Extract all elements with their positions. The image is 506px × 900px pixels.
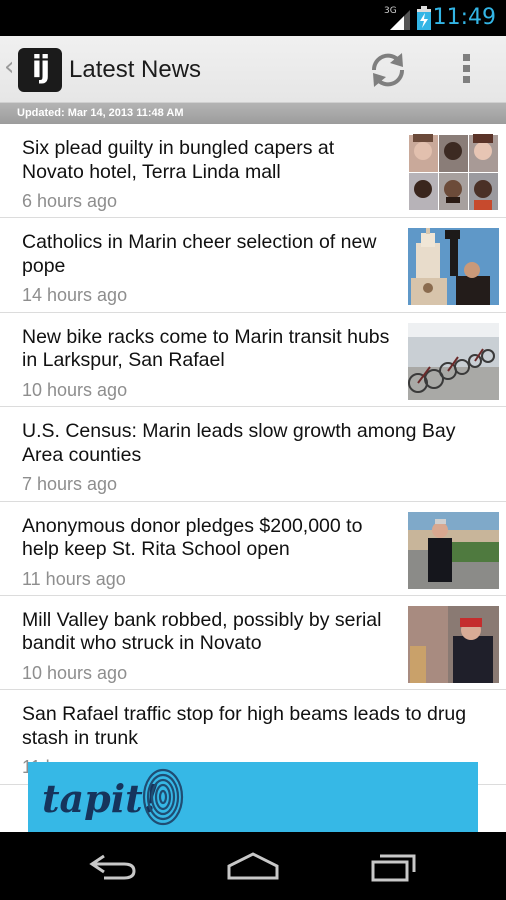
battery-charging-icon <box>417 6 431 30</box>
list-item[interactable]: Catholics in Marin cheer selection of ne… <box>0 218 506 313</box>
system-nav-bar <box>0 832 506 900</box>
story-headline: Mill Valley bank robbed, possibly by ser… <box>22 608 382 655</box>
story-age: 7 hours ago <box>22 474 118 495</box>
list-item[interactable]: New bike racks come to Marin transit hub… <box>0 313 506 408</box>
recent-apps-icon[interactable] <box>370 850 420 882</box>
story-headline: San Rafael traffic stop for high beams l… <box>22 703 467 749</box>
story-headline: Catholics in Marin cheer selection of ne… <box>22 231 377 277</box>
status-bar: 3G 11:49 <box>0 0 506 36</box>
story-headline: Six plead guilty in bungled capers at No… <box>22 137 335 183</box>
back-icon[interactable] <box>88 850 138 882</box>
ad-banner[interactable]: tapit! <box>28 762 478 832</box>
story-age: 6 hours ago <box>22 191 118 211</box>
story-headline: U.S. Census: Marin leads slow growth amo… <box>22 420 456 466</box>
overflow-menu-icon[interactable] <box>452 51 480 89</box>
story-age: 10 hours ago <box>22 662 128 683</box>
list-item[interactable]: Mill Valley bank robbed, possibly by ser… <box>0 596 506 691</box>
app-logo[interactable]: ij <box>18 48 62 92</box>
updated-timestamp: Updated: Mar 14, 2013 11:48 AM <box>0 103 506 124</box>
fingerprint-icon <box>142 768 184 826</box>
signal-icon <box>390 10 410 30</box>
refresh-icon[interactable] <box>366 50 410 90</box>
news-list[interactable]: Six plead guilty in bungled capers at No… <box>0 124 506 832</box>
story-thumbnail-mugshots <box>408 134 499 211</box>
list-item[interactable]: Anonymous donor pledges $200,000 to help… <box>0 502 506 596</box>
up-caret-icon[interactable]: ‹ <box>4 54 14 80</box>
action-bar: ‹ ij Latest News <box>0 36 506 103</box>
home-icon[interactable] <box>226 850 280 882</box>
story-headline: Anonymous donor pledges $200,000 to help… <box>22 514 363 561</box>
story-thumbnail-donor <box>408 511 499 589</box>
story-age: 11 hours ago <box>22 568 126 589</box>
story-headline: New bike racks come to Marin transit hub… <box>22 325 390 372</box>
clock: 11:49 <box>432 5 496 30</box>
story-thumbnail-church <box>408 228 499 306</box>
page-title: Latest News <box>69 56 202 83</box>
story-age: 14 hours ago <box>22 285 128 306</box>
story-age: 10 hours ago <box>22 379 128 400</box>
list-item[interactable]: Six plead guilty in bungled capers at No… <box>0 124 506 219</box>
story-thumbnail-bikes <box>408 322 499 400</box>
list-item[interactable]: U.S. Census: Marin leads slow growth amo… <box>0 407 506 502</box>
story-thumbnail-surveillance <box>408 605 499 683</box>
